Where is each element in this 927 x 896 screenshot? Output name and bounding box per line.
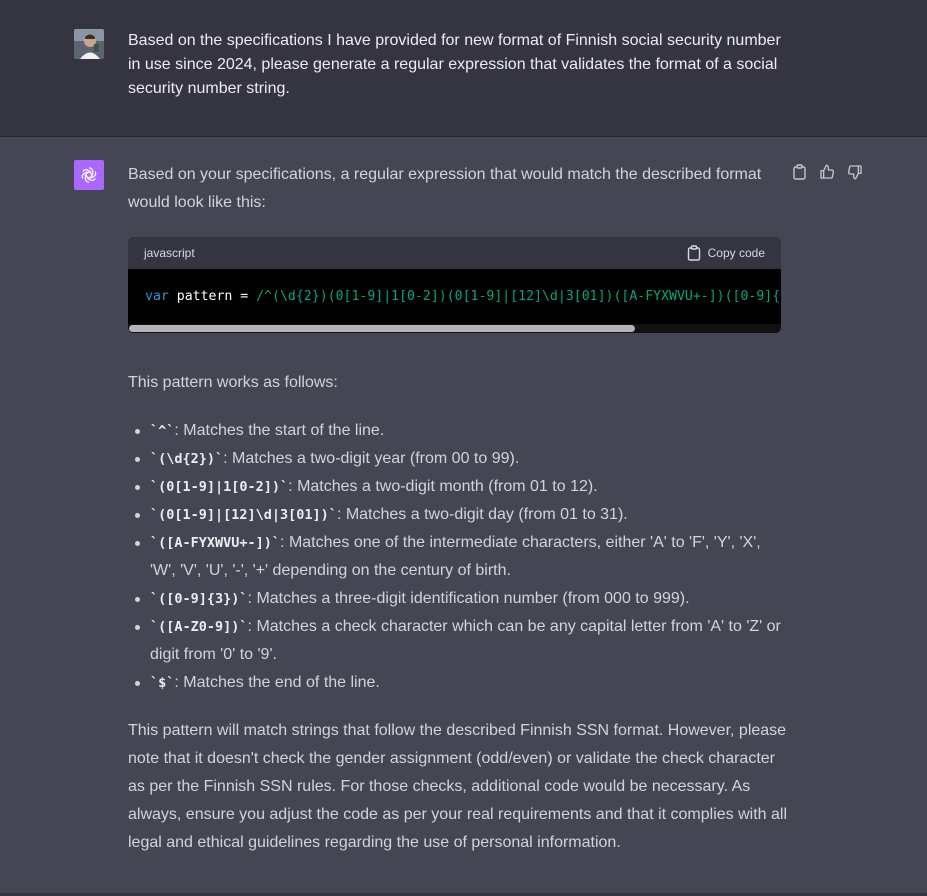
openai-logo-icon bbox=[74, 160, 104, 190]
list-item-text: : Matches a two-digit day (from 01 to 31… bbox=[336, 506, 628, 523]
list-item-text: : Matches a three-digit identification n… bbox=[247, 590, 690, 607]
inline-code: `$` bbox=[150, 675, 175, 691]
code-keyword: var bbox=[145, 289, 169, 304]
scrollbar-thumb[interactable] bbox=[129, 325, 635, 332]
clipboard-icon[interactable] bbox=[790, 163, 808, 181]
list-item-text: : Matches a two-digit year (from 00 to 9… bbox=[223, 450, 520, 467]
code-block: javascript Copy code var pattern = /^(\d… bbox=[128, 237, 781, 333]
list-item-text: : Matches the end of the line. bbox=[174, 674, 380, 691]
horizontal-scrollbar[interactable] bbox=[128, 324, 781, 333]
clipboard-icon bbox=[687, 245, 700, 261]
inline-code: `([0-9]{3})` bbox=[150, 591, 248, 607]
copy-code-button[interactable]: Copy code bbox=[687, 245, 765, 261]
inline-code: `(0[1-9]|1[0-2])` bbox=[150, 479, 289, 495]
copy-code-label: Copy code bbox=[707, 246, 765, 260]
user-message-row: Based on the specifications I have provi… bbox=[0, 0, 927, 137]
list-item-text: : Matches the start of the line. bbox=[174, 422, 385, 439]
inline-code: `(0[1-9]|[12]\d|3[01])` bbox=[150, 507, 337, 523]
list-item: `(0[1-9]|1[0-2])`: Matches a two-digit m… bbox=[128, 473, 788, 501]
thumbs-down-icon[interactable] bbox=[846, 163, 864, 181]
assistant-message-row: Based on your specifications, a regular … bbox=[0, 137, 927, 896]
list-item: `([A-FYXWVU+-])`: Matches one of the int… bbox=[128, 529, 788, 585]
code-line: var pattern = /^(\d{2})(0[1-9]|1[0-2])(0… bbox=[145, 289, 781, 304]
list-item: `(\d{2})`: Matches a two-digit year (fro… bbox=[128, 445, 788, 473]
list-item: `([A-Z0-9])`: Matches a check character … bbox=[128, 613, 788, 669]
list-item: `([0-9]{3})`: Matches a three-digit iden… bbox=[128, 585, 788, 613]
explanation-list: `^`: Matches the start of the line. `(\d… bbox=[128, 417, 788, 697]
code-regex: /^(\d{2})(0[1-9]|1[0-2])(0[1-9]|[12]\d|3… bbox=[256, 289, 781, 304]
user-message-text: Based on the specifications I have provi… bbox=[128, 32, 781, 97]
message-actions bbox=[790, 163, 864, 181]
assistant-intro-text: Based on your specifications, a regular … bbox=[128, 166, 762, 211]
inline-code: `^` bbox=[150, 423, 175, 439]
inline-code: `([A-FYXWVU+-])` bbox=[150, 535, 281, 551]
inline-code: `(\d{2})` bbox=[150, 451, 224, 467]
inline-code: `([A-Z0-9])` bbox=[150, 619, 248, 635]
code-identifier: pattern = bbox=[168, 289, 257, 304]
list-item: `(0[1-9]|[12]\d|3[01])`: Matches a two-d… bbox=[128, 501, 788, 529]
code-block-header: javascript Copy code bbox=[128, 237, 781, 269]
code-language-label: javascript bbox=[144, 246, 195, 260]
list-item: `$`: Matches the end of the line. bbox=[128, 669, 788, 697]
closing-text: This pattern will match strings that fol… bbox=[128, 722, 788, 851]
list-item: `^`: Matches the start of the line. bbox=[128, 417, 788, 445]
thumbs-up-icon[interactable] bbox=[818, 163, 836, 181]
list-item-text: : Matches a two-digit month (from 01 to … bbox=[288, 478, 598, 495]
user-avatar bbox=[74, 29, 104, 59]
explanation-intro-text: This pattern works as follows: bbox=[128, 374, 338, 391]
